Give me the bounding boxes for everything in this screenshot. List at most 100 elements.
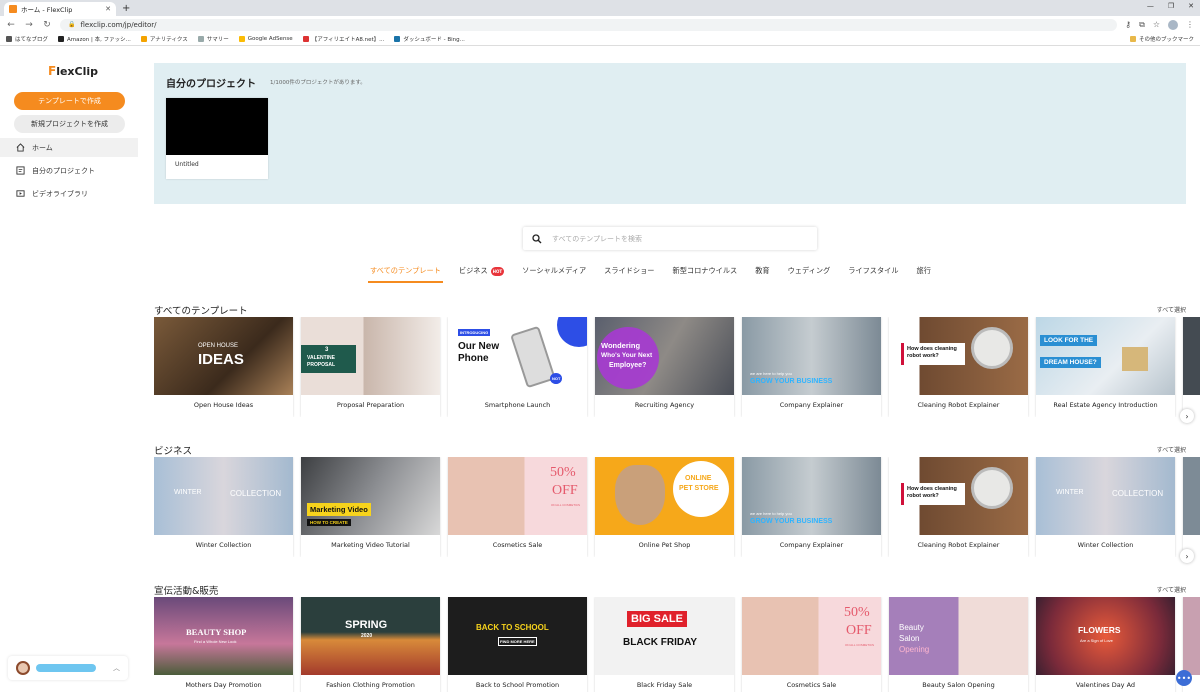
row-title: ビジネス	[154, 446, 193, 457]
other-bookmarks[interactable]: その他のブックマーク	[1129, 35, 1194, 43]
project-card[interactable]: Untitled	[166, 98, 268, 179]
menu-dots-icon[interactable]: ⋮	[1186, 20, 1194, 29]
template-card-partial[interactable]	[1183, 317, 1200, 417]
tab-all-templates[interactable]: すべてのテンプレート	[368, 266, 443, 283]
template-card[interactable]: Wondering Who's Your Next Employee? Recr…	[595, 317, 734, 417]
tab-education[interactable]: 教育	[755, 266, 769, 276]
tab-coronavirus[interactable]: 新型コロナウイルス	[673, 266, 738, 276]
chevron-up-icon: ︿	[113, 664, 120, 672]
projects-icon	[16, 166, 25, 175]
template-name: Mothers Day Promotion	[185, 681, 262, 689]
template-row-promotion: 宣伝活動&販売 すべて選択 BEAUTY SHOP Find a Whole N…	[154, 583, 1200, 692]
template-search-box[interactable]: すべてのテンプレートを検索	[523, 227, 817, 250]
template-card[interactable]: Beauty Salon Opening Beauty Salon Openin…	[889, 597, 1028, 692]
template-card[interactable]: BIG SALE BLACK FRIDAY Black Friday Sale	[595, 597, 734, 692]
tab-travel[interactable]: 旅行	[917, 266, 931, 276]
tab-slideshow[interactable]: スライドショー	[604, 266, 654, 276]
row-next-arrow-icon[interactable]: ›	[1180, 409, 1194, 423]
template-card[interactable]: How does cleaning robot work? Cleaning R…	[889, 457, 1028, 557]
sidebar-item-home[interactable]: ホーム	[0, 138, 138, 157]
template-card[interactable]: BEAUTY SHOP Find a Whole New Look Mother…	[154, 597, 293, 692]
row-title: 宣伝活動&販売	[154, 586, 219, 597]
row-next-arrow-icon[interactable]: ›	[1180, 549, 1194, 563]
template-cards: OPEN HOUSE IDEAS Open House Ideas 3 VALE…	[154, 317, 1200, 417]
template-card[interactable]: 50% OFF ON ALL COSMETICS Cosmetics Sale	[742, 597, 881, 692]
template-card[interactable]: How does cleaning robot work? Cleaning R…	[889, 317, 1028, 417]
template-card[interactable]: FLOWERS Are a Sign of Love Valentines Da…	[1036, 597, 1175, 692]
browser-tab[interactable]: ホーム - FlexClip ✕	[4, 2, 116, 16]
template-name: Winter Collection	[195, 541, 252, 549]
new-tab-button[interactable]: +	[122, 2, 130, 16]
reload-icon[interactable]: ↻	[42, 20, 52, 30]
select-all-link[interactable]: すべて選択	[1157, 305, 1186, 314]
template-name: Marketing Video Tutorial	[331, 541, 410, 549]
template-card[interactable]: WINTER COLLECTION Winter Collection	[1036, 457, 1175, 557]
bookmark-item[interactable]: Amazon | 本, ファッシ...	[58, 35, 131, 43]
user-menu[interactable]: ︿	[8, 656, 128, 680]
bookmark-item[interactable]: ダッシュボード - Bing...	[394, 35, 465, 43]
template-name: Cleaning Robot Explainer	[917, 541, 1000, 549]
sidebar-item-my-projects[interactable]: 自分のプロジェクト	[0, 161, 138, 180]
url-text: flexclip.com/jp/editor/	[80, 20, 157, 29]
tab-business[interactable]: ビジネス HOT	[459, 266, 505, 276]
cast-icon[interactable]: ⧉	[1139, 20, 1145, 30]
tab-wedding[interactable]: ウェディング	[788, 266, 831, 276]
back-icon[interactable]: ←	[6, 20, 16, 30]
template-thumbnail: 50% OFF ON ALL COSMETICS	[742, 597, 881, 675]
template-name: Cosmetics Sale	[492, 541, 543, 549]
template-card[interactable]: BACK TO SCHOOL FIND MORE HERE Back to Sc…	[448, 597, 587, 692]
close-tab-icon[interactable]: ✕	[105, 5, 111, 13]
template-thumbnail: WINTER COLLECTION	[1036, 457, 1175, 535]
sidebar-item-video-library[interactable]: ビデオライブラリ	[0, 184, 138, 203]
bookmark-item[interactable]: 【アフィリエイトA8.net】...	[302, 35, 384, 43]
user-avatar	[16, 661, 30, 675]
template-name: Online Pet Shop	[638, 541, 691, 549]
select-all-link[interactable]: すべて選択	[1157, 445, 1186, 454]
template-thumbnail: 3 VALENTINE PROPOSAL	[301, 317, 440, 395]
project-name: Untitled	[175, 161, 199, 168]
template-thumbnail	[1183, 457, 1200, 535]
template-card[interactable]: INTRODUCING Our New Phone NOT Smartphone…	[448, 317, 587, 417]
template-card[interactable]: we are here to help you GROW YOUR BUSINE…	[742, 317, 881, 417]
chat-support-icon[interactable]: •••	[1176, 670, 1192, 686]
template-card[interactable]: Marketing Video HOW TO CREATE Marketing …	[301, 457, 440, 557]
template-card[interactable]: 50% OFF ON ALL COSMETICS Cosmetics Sale	[448, 457, 587, 557]
template-card[interactable]: we are here to help you GROW YOUR BUSINE…	[742, 457, 881, 557]
bookmark-item[interactable]: アナリティクス	[140, 35, 188, 43]
template-card[interactable]: SPRING 2020 Fashion Clothing Promotion	[301, 597, 440, 692]
template-card[interactable]: OPEN HOUSE IDEAS Open House Ideas	[154, 317, 293, 417]
star-icon[interactable]: ☆	[1153, 20, 1160, 29]
restore-icon[interactable]: ❐	[1168, 2, 1174, 10]
template-name: Cosmetics Sale	[786, 681, 837, 689]
template-thumbnail: BIG SALE BLACK FRIDAY	[595, 597, 734, 675]
sidebar: F lexClip テンプレートで作成 新規プロジェクトを作成 ホーム 自分のプ…	[0, 46, 138, 692]
template-thumbnail: we are here to help you GROW YOUR BUSINE…	[742, 457, 881, 535]
template-card[interactable]: LOOK FOR THE DREAM HOUSE? Real Estate Ag…	[1036, 317, 1175, 417]
create-from-template-button[interactable]: テンプレートで作成	[14, 92, 125, 110]
template-thumbnail: 50% OFF ON ALL COSMETICS	[448, 457, 587, 535]
new-project-button[interactable]: 新規プロジェクトを作成	[14, 115, 125, 133]
bookmark-item[interactable]: サマリー	[197, 35, 229, 43]
sidebar-item-label: 自分のプロジェクト	[32, 166, 95, 175]
select-all-link[interactable]: すべて選択	[1157, 585, 1186, 594]
profile-avatar[interactable]	[1168, 19, 1178, 30]
tab-social-media[interactable]: ソーシャルメディア	[522, 266, 586, 276]
bookmark-item[interactable]: Google AdSense	[238, 36, 293, 42]
template-card[interactable]: 3 VALENTINE PROPOSAL Proposal Preparatio…	[301, 317, 440, 417]
bookmark-item[interactable]: はてなブログ	[6, 35, 48, 43]
key-icon[interactable]: ⚷	[1125, 20, 1131, 29]
url-field[interactable]: 🔒 flexclip.com/jp/editor/	[60, 18, 1118, 31]
category-tabs: すべてのテンプレート ビジネス HOT ソーシャルメディア スライドショー 新型コ…	[368, 266, 931, 284]
tab-lifestyle[interactable]: ライフスタイル	[848, 266, 898, 276]
flexclip-logo[interactable]: F lexClip	[48, 64, 98, 78]
template-card[interactable]: WINTER COLLECTION Winter Collection	[154, 457, 293, 557]
forward-icon[interactable]: →	[24, 20, 34, 30]
close-window-icon[interactable]: ✕	[1188, 2, 1194, 10]
lock-icon: 🔒	[68, 21, 76, 28]
logo-mark: F	[48, 64, 57, 78]
browser-toolbar-icons: ⚷ ⧉ ☆ ⋮	[1125, 19, 1194, 30]
template-card[interactable]: ONLINE PET STORE Online Pet Shop	[595, 457, 734, 557]
minimize-icon[interactable]: —	[1147, 2, 1154, 10]
template-card-partial[interactable]	[1183, 457, 1200, 557]
row-title: すべてのテンプレート	[154, 306, 248, 317]
